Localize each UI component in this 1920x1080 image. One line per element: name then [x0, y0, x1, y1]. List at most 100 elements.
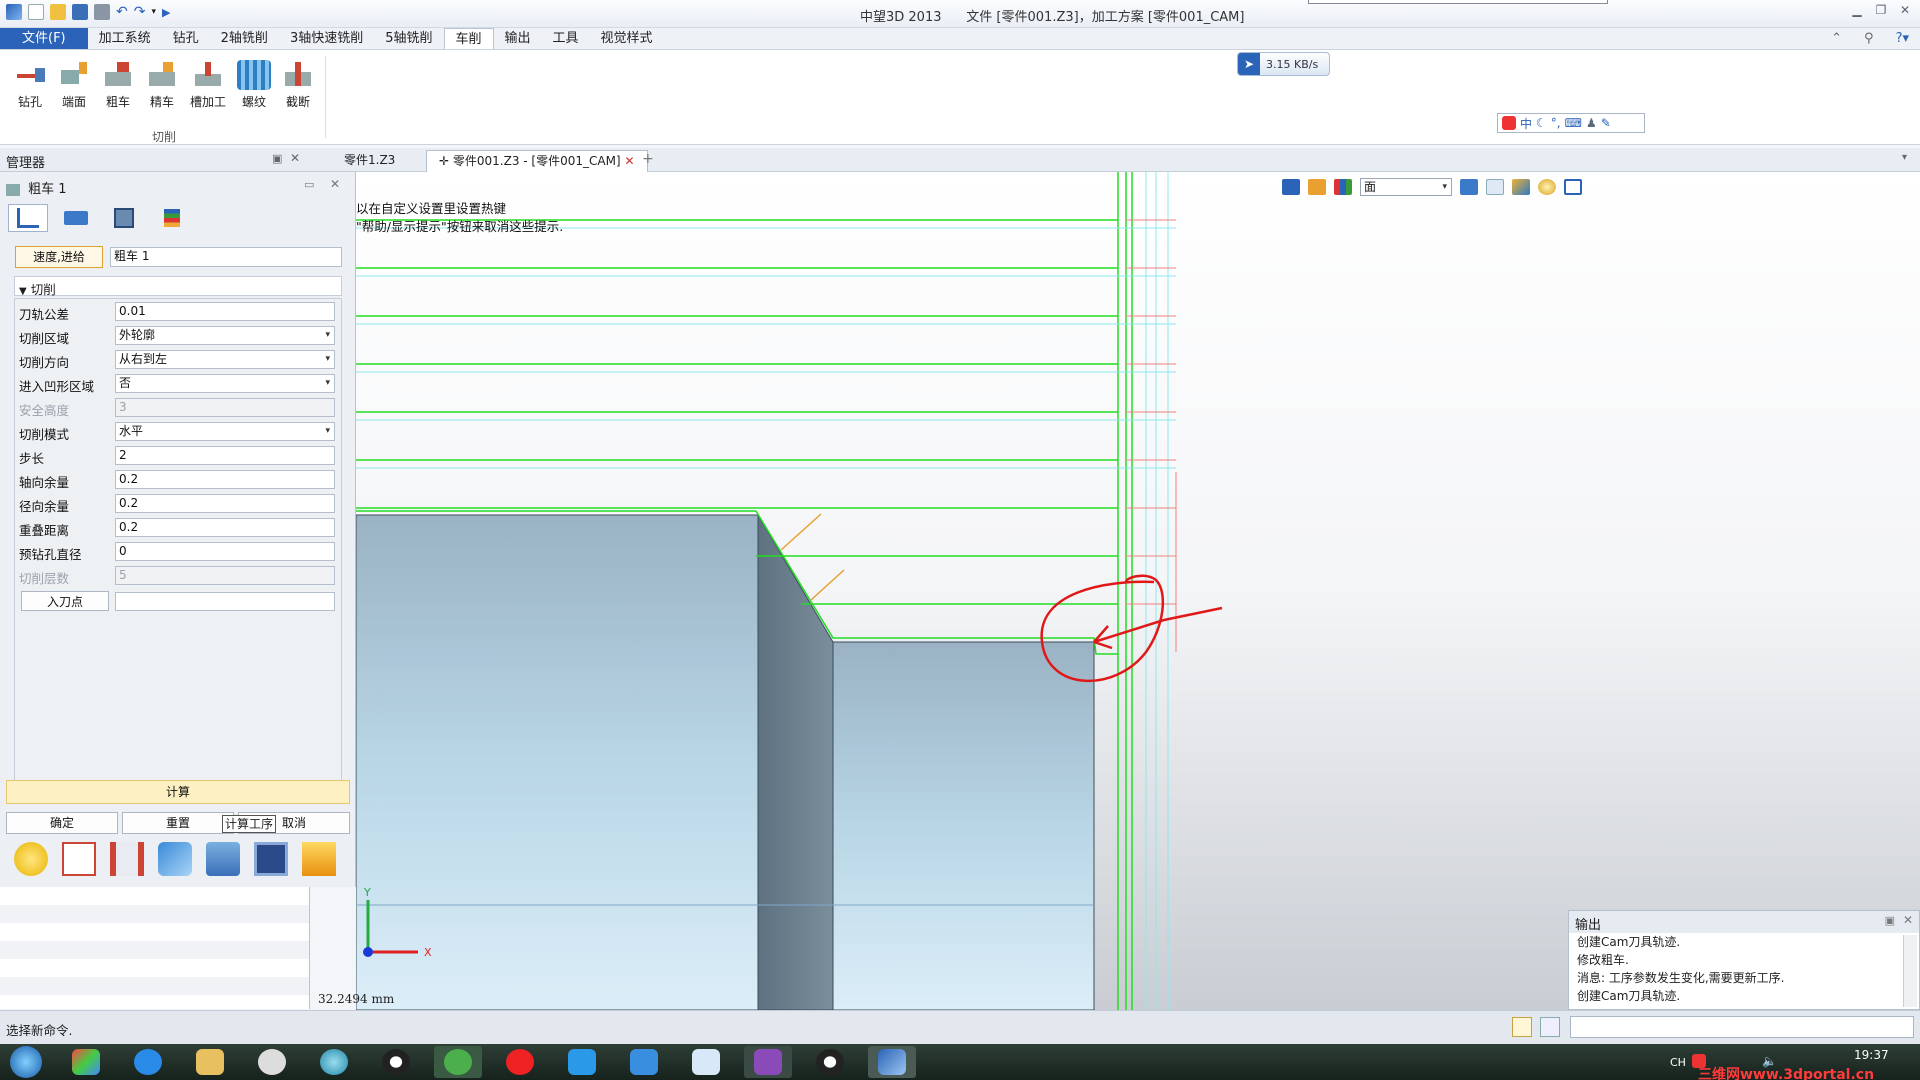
3d-viewport[interactable]: X Y 以在自定义设置里设置热键 "帮助/显示提示"按钮来取消这些提示. 面 ▾ …: [318, 172, 1920, 1010]
taskbar-app[interactable]: [496, 1046, 544, 1078]
simulate-icon[interactable]: [158, 842, 192, 876]
print-icon[interactable]: [94, 4, 110, 20]
tab-part001-cam[interactable]: ✛ 零件001.Z3 - [零件001_CAM] ✕: [426, 150, 648, 172]
tab-layers[interactable]: [152, 204, 192, 232]
filter-select[interactable]: 面 ▾: [1360, 178, 1452, 196]
tool-path-icon[interactable]: [110, 842, 144, 876]
taskbar-app-zw3d[interactable]: [868, 1046, 916, 1078]
operation-name-field[interactable]: 粗车 1: [110, 247, 342, 267]
wireframe-view-icon[interactable]: [1486, 179, 1504, 195]
cutting-section-header[interactable]: ▼ 切削: [14, 276, 342, 297]
pin-icon[interactable]: ▣: [272, 152, 282, 165]
taskbar-app[interactable]: [434, 1046, 482, 1078]
reset-button[interactable]: 重置: [122, 812, 234, 834]
new-tab-icon[interactable]: +: [642, 151, 654, 167]
cutting-mode-select[interactable]: 水平 ▾: [115, 422, 335, 441]
moon-icon[interactable]: ☾: [1536, 116, 1547, 130]
tab-parameters[interactable]: [8, 204, 48, 232]
panel-comment-icon[interactable]: ▭: [304, 178, 314, 191]
menu-turning[interactable]: 车削: [443, 28, 494, 49]
keyboard-icon[interactable]: ⌨: [1565, 116, 1582, 130]
menu-5axis-milling[interactable]: 5轴铣削: [374, 28, 443, 49]
menu-file[interactable]: 文件(F): [0, 28, 88, 49]
search-icon[interactable]: ⚲: [1853, 28, 1885, 49]
title-search-box[interactable]: [1308, 0, 1608, 4]
undo-icon[interactable]: ↶: [116, 4, 128, 20]
restore-icon[interactable]: ❐: [1870, 3, 1892, 21]
tool-rough-turning[interactable]: 粗车: [96, 60, 140, 110]
menu-machining-system[interactable]: 加工系统: [88, 28, 162, 49]
toolpath-tolerance-input[interactable]: 0.01: [115, 302, 335, 321]
taskbar-app[interactable]: [682, 1046, 730, 1078]
taskbar-app[interactable]: [620, 1046, 668, 1078]
start-button[interactable]: [2, 1046, 50, 1078]
taskbar-app[interactable]: [558, 1046, 606, 1078]
tool-groove[interactable]: 槽加工: [186, 60, 230, 110]
verify-icon[interactable]: [206, 842, 240, 876]
punct-icon[interactable]: °,: [1551, 116, 1561, 130]
redo-icon[interactable]: ↷: [134, 4, 146, 20]
cutting-region-select[interactable]: 外轮廓 ▾: [115, 326, 335, 345]
taskbar-app[interactable]: [248, 1046, 296, 1078]
axial-allowance-input[interactable]: 0.2: [115, 470, 335, 489]
pick-filter-icon[interactable]: [1308, 179, 1326, 195]
taskbar-app[interactable]: [62, 1046, 110, 1078]
close-manager-icon[interactable]: ✕: [290, 151, 300, 165]
output-close-icon[interactable]: ✕: [1903, 913, 1913, 927]
menu-3axis-milling[interactable]: 3轴快速铣削: [279, 28, 374, 49]
menu-tools[interactable]: 工具: [542, 28, 590, 49]
wrench-icon[interactable]: ✎: [1601, 116, 1611, 130]
app-logo-icon[interactable]: [6, 4, 22, 20]
run-icon[interactable]: ▶: [162, 6, 170, 19]
tab-list-icon[interactable]: ▾: [1902, 152, 1907, 163]
menu-visual-style[interactable]: 视觉样式: [590, 28, 664, 49]
ime-toolbar[interactable]: 中 ☾ °, ⌨ ♟ ✎: [1497, 113, 1645, 133]
cube-view-icon[interactable]: [1512, 179, 1530, 195]
radial-allowance-input[interactable]: 0.2: [115, 494, 335, 513]
entry-point-button[interactable]: 入刀点: [21, 591, 109, 611]
predrill-diameter-input[interactable]: 0: [115, 542, 335, 561]
open-folder-icon[interactable]: [50, 4, 66, 20]
tool-finish-turning[interactable]: 精车: [140, 60, 184, 110]
taskbar-app[interactable]: [806, 1046, 854, 1078]
new-file-icon[interactable]: [28, 4, 44, 20]
edit-icon[interactable]: [62, 842, 96, 876]
output-scrollbar[interactable]: [1903, 935, 1917, 1007]
help-icon[interactable]: ?▾: [1885, 28, 1920, 49]
tab-tool[interactable]: [56, 204, 96, 232]
step-input[interactable]: 2: [115, 446, 335, 465]
user-icon[interactable]: ♟: [1586, 116, 1597, 130]
shaded-view-icon[interactable]: [1460, 179, 1478, 195]
calculate-button[interactable]: 计算: [6, 780, 350, 804]
lightbulb-icon[interactable]: [14, 842, 48, 876]
tool-drill[interactable]: 钻孔: [8, 60, 52, 110]
status-list-icon[interactable]: [1540, 1017, 1560, 1037]
taskbar-app[interactable]: [372, 1046, 420, 1078]
entry-point-field[interactable]: [115, 592, 335, 611]
tab-stock[interactable]: [104, 204, 144, 232]
save-icon[interactable]: [72, 4, 88, 20]
tab-close-icon[interactable]: ✕: [624, 154, 634, 168]
cutting-direction-select[interactable]: 从右到左 ▾: [115, 350, 335, 369]
ok-button[interactable]: 确定: [6, 812, 118, 834]
command-input[interactable]: [1570, 1016, 1914, 1038]
render-icon[interactable]: [1538, 179, 1556, 195]
ribbon-collapse-icon[interactable]: ⌃: [1820, 28, 1853, 49]
tool-thread[interactable]: 螺纹: [232, 60, 276, 110]
taskbar-app[interactable]: [124, 1046, 172, 1078]
tab-part1[interactable]: 零件1.Z3: [332, 150, 407, 172]
menu-output[interactable]: 输出: [494, 28, 542, 49]
minimize-icon[interactable]: ▁: [1846, 3, 1868, 21]
section-view-icon[interactable]: [1564, 179, 1582, 195]
large-cylinder-face[interactable]: [356, 514, 759, 1010]
overlap-distance-input[interactable]: 0.2: [115, 518, 335, 537]
ime-mode[interactable]: 中: [1520, 115, 1532, 132]
menu-2axis-milling[interactable]: 2轴铣削: [210, 28, 279, 49]
status-grid-icon[interactable]: [1512, 1017, 1532, 1037]
feed-speed-button[interactable]: 速度,进给: [15, 246, 103, 268]
taskbar-app[interactable]: [744, 1046, 792, 1078]
sogou-icon[interactable]: [1502, 116, 1516, 130]
tray-lang[interactable]: CH: [1670, 1056, 1686, 1069]
taskbar-app[interactable]: [310, 1046, 358, 1078]
save-disk-icon[interactable]: [254, 842, 288, 876]
